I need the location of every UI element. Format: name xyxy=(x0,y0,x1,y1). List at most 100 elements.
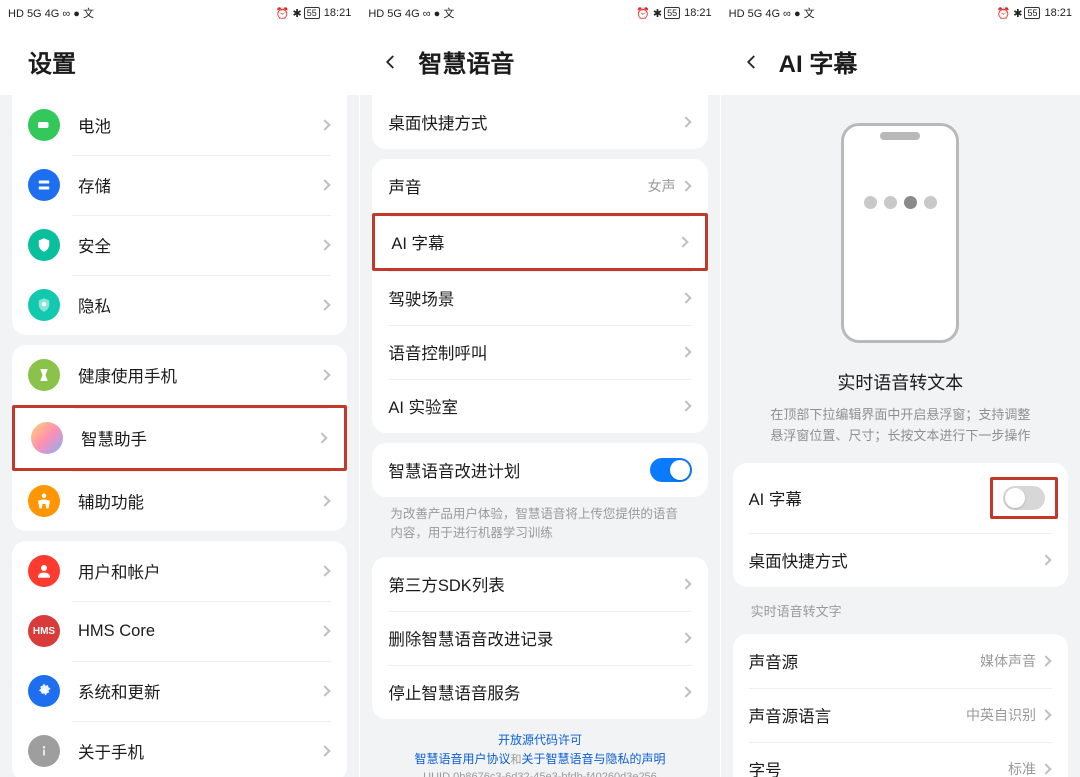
row-ai-caption-toggle[interactable]: AI 字幕 xyxy=(733,463,1068,533)
footer-links: 开放源代码许可 智慧语音用户协议和关于智慧语音与隐私的声明 UUID 0b867… xyxy=(372,719,707,777)
row-sdk-list[interactable]: 第三方SDK列表 xyxy=(372,557,707,611)
row-label: 电池 xyxy=(78,113,321,137)
row-accessibility[interactable]: 辅助功能 xyxy=(12,471,347,531)
row-battery[interactable]: 电池 xyxy=(12,95,347,155)
row-voice-call-control[interactable]: 语音控制呼叫 xyxy=(372,325,707,379)
row-system-update[interactable]: 系统和更新 xyxy=(12,661,347,721)
smart-voice-screen: HD 5G 4G ∞ ● 文 ⏰ ✱ 55 18:21 智慧语音 桌面快捷方式 … xyxy=(360,0,720,777)
row-value: 媒体声音 xyxy=(980,651,1036,671)
row-about-phone[interactable]: 关于手机 xyxy=(12,721,347,777)
chevron-right-icon xyxy=(1040,554,1051,565)
group-caption-source: 声音源 媒体声音 声音源语言 中英自识别 字号 标准 xyxy=(733,634,1068,777)
row-desktop-shortcut[interactable]: 桌面快捷方式 xyxy=(372,95,707,149)
storage-icon xyxy=(28,169,60,201)
row-digital-wellbeing[interactable]: 健康使用手机 xyxy=(12,345,347,405)
row-ai-lab[interactable]: AI 实验室 xyxy=(372,379,707,433)
row-label: 声音源 xyxy=(749,649,980,673)
link-privacy[interactable]: 关于智慧语音与隐私的声明 xyxy=(521,752,665,766)
highlight-toggle-area xyxy=(990,477,1058,519)
section-label: 实时语音转文字 xyxy=(733,587,1068,624)
row-security[interactable]: 安全 xyxy=(12,215,347,275)
chevron-right-icon xyxy=(680,292,691,303)
privacy-icon xyxy=(28,289,60,321)
row-improve-plan[interactable]: 智慧语音改进计划 xyxy=(372,443,707,497)
row-label: 声音 xyxy=(388,174,647,198)
chevron-right-icon xyxy=(1040,655,1051,666)
hourglass-icon xyxy=(28,359,60,391)
row-hms-core[interactable]: HMS HMS Core xyxy=(12,601,347,661)
page-header: 设置 xyxy=(0,26,359,95)
gear-icon xyxy=(28,675,60,707)
row-label: 删除智慧语音改进记录 xyxy=(388,626,681,650)
status-icons: ⏰ ✱ xyxy=(996,7,1022,20)
chevron-right-icon xyxy=(320,565,331,576)
chevron-right-icon xyxy=(320,179,331,190)
chevron-right-icon xyxy=(320,495,331,506)
link-open-source[interactable]: 开放源代码许可 xyxy=(498,733,582,747)
chevron-right-icon xyxy=(677,236,688,247)
clock: 18:21 xyxy=(1044,7,1072,19)
group-voice-settings: 声音 女声 AI 字幕 驾驶场景 语音控制呼叫 AI 实验室 xyxy=(372,159,707,433)
status-icons: ⏰ ✱ xyxy=(276,7,302,20)
uuid-text: UUID 0b8676c3-6d32-45e3-bfdb-f40260d3e25… xyxy=(402,769,677,777)
clock: 18:21 xyxy=(684,7,712,19)
status-icons: ⏰ ✱ xyxy=(636,7,662,20)
illustration-description: 在顶部下拉编辑界面中开启悬浮窗；支持调整悬浮窗位置、尺寸；长按文本进行下一步操作 xyxy=(763,405,1038,447)
row-label: HMS Core xyxy=(78,622,321,641)
row-desktop-shortcut[interactable]: 桌面快捷方式 xyxy=(733,533,1068,587)
row-label: 智慧语音改进计划 xyxy=(388,458,649,482)
row-delete-records[interactable]: 删除智慧语音改进记录 xyxy=(372,611,707,665)
battery-icon xyxy=(28,109,60,141)
shield-icon xyxy=(28,229,60,261)
row-label: 辅助功能 xyxy=(78,489,321,513)
ai-caption-toggle[interactable] xyxy=(1003,486,1045,510)
row-audio-source[interactable]: 声音源 媒体声音 xyxy=(733,634,1068,688)
row-label: AI 字幕 xyxy=(391,230,678,254)
back-icon[interactable] xyxy=(743,53,761,71)
row-label: 存储 xyxy=(78,173,321,197)
row-label: 用户和帐户 xyxy=(78,559,321,583)
row-label: AI 实验室 xyxy=(388,394,681,418)
row-stop-service[interactable]: 停止智慧语音服务 xyxy=(372,665,707,719)
group-ai-caption-toggle: AI 字幕 桌面快捷方式 xyxy=(733,463,1068,587)
chevron-right-icon xyxy=(680,686,691,697)
clock: 18:21 xyxy=(324,7,352,19)
chevron-right-icon xyxy=(680,180,691,191)
row-label: 驾驶场景 xyxy=(388,286,681,310)
page-title: AI 字幕 xyxy=(779,44,858,79)
row-sound[interactable]: 声音 女声 xyxy=(372,159,707,213)
status-bar: HD 5G 4G ∞ ● 文 ⏰ ✱ 55 18:21 xyxy=(360,0,719,26)
row-source-language[interactable]: 声音源语言 中英自识别 xyxy=(733,688,1068,742)
chevron-right-icon xyxy=(320,369,331,380)
row-driving[interactable]: 驾驶场景 xyxy=(372,271,707,325)
status-bar: HD 5G 4G ∞ ● 文 ⏰ ✱ 55 18:21 xyxy=(721,0,1080,26)
group-service-mgmt: 第三方SDK列表 删除智慧语音改进记录 停止智慧语音服务 xyxy=(372,557,707,719)
illustration-block: 实时语音转文本 在顶部下拉编辑界面中开启悬浮窗；支持调整悬浮窗位置、尺寸；长按文… xyxy=(733,95,1068,453)
ai-caption-screen: HD 5G 4G ∞ ● 文 ⏰ ✱ 55 18:21 AI 字幕 实时语音转文… xyxy=(721,0,1080,777)
battery-indicator: 55 xyxy=(304,7,320,19)
phone-illustration xyxy=(841,123,959,343)
chevron-right-icon xyxy=(320,745,331,756)
row-label: 安全 xyxy=(78,233,321,257)
page-title: 智慧语音 xyxy=(418,44,514,79)
row-users[interactable]: 用户和帐户 xyxy=(12,541,347,601)
group-improve-plan: 智慧语音改进计划 xyxy=(372,443,707,497)
row-privacy[interactable]: 隐私 xyxy=(12,275,347,335)
status-indicators: HD 5G 4G ∞ ● 文 xyxy=(8,5,94,21)
back-icon[interactable] xyxy=(382,53,400,71)
improve-plan-description: 为改善产品用户体验，智慧语音将上传您提供的语音内容，用于进行机器学习训练 xyxy=(372,497,707,547)
improve-plan-toggle[interactable] xyxy=(650,458,692,482)
page-header: 智慧语音 xyxy=(360,26,719,95)
row-font-size[interactable]: 字号 标准 xyxy=(733,742,1068,777)
page-title: 设置 xyxy=(28,44,76,79)
row-storage[interactable]: 存储 xyxy=(12,155,347,215)
row-smart-assistant[interactable]: 智慧助手 xyxy=(12,405,347,471)
row-label: 声音源语言 xyxy=(749,703,966,727)
user-icon xyxy=(28,555,60,587)
row-ai-caption[interactable]: AI 字幕 xyxy=(372,213,707,271)
row-label: 桌面快捷方式 xyxy=(388,110,681,134)
settings-group-assist: 健康使用手机 智慧助手 辅助功能 xyxy=(12,345,347,531)
link-user-agreement[interactable]: 智慧语音用户协议 xyxy=(414,752,510,766)
row-label: 桌面快捷方式 xyxy=(749,548,1042,572)
status-indicators: HD 5G 4G ∞ ● 文 xyxy=(729,5,815,21)
